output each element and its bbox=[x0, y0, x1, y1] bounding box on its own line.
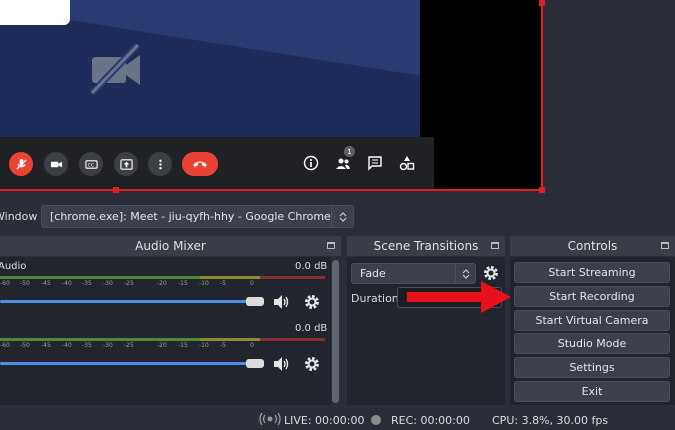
updown-chevron-icon bbox=[331, 206, 353, 227]
scrollbar-thumb[interactable] bbox=[332, 260, 339, 403]
more-icon[interactable] bbox=[148, 152, 172, 176]
camera-off-icon bbox=[89, 42, 141, 96]
volume-meter bbox=[0, 276, 200, 279]
status-bar: LIVE: 00:00:00 REC: 00:00:00 CPU: 3.8%, … bbox=[0, 409, 675, 430]
window-label: Window bbox=[0, 210, 38, 223]
volume-fader[interactable] bbox=[0, 300, 250, 303]
volume-meter bbox=[0, 338, 200, 341]
mic-off-icon[interactable] bbox=[9, 152, 33, 176]
studio-mode-button[interactable]: Studio Mode bbox=[514, 333, 670, 354]
meter-ticks: -60 -50 -45 -40 -35 -30 -25 -20 -15 -10 … bbox=[0, 342, 254, 349]
red-arrow-annotation bbox=[407, 281, 511, 313]
cpu-status: CPU: 3.8%, 30.00 fps bbox=[492, 414, 609, 427]
gear-icon[interactable] bbox=[302, 293, 322, 311]
speaker-icon[interactable] bbox=[271, 355, 291, 373]
controls-title: Controls bbox=[510, 236, 675, 256]
start-recording-button[interactable]: Start Recording bbox=[514, 286, 670, 307]
activities-icon[interactable] bbox=[397, 153, 417, 173]
meter-ticks: -60 -50 -45 -40 -35 -30 -25 -20 -15 -10 … bbox=[0, 280, 254, 287]
undock-icon[interactable] bbox=[327, 242, 335, 249]
info-icon[interactable] bbox=[301, 153, 321, 173]
camera-icon[interactable] bbox=[44, 152, 68, 176]
mixer-channel-name: Audio bbox=[0, 261, 27, 272]
audio-mixer-panel: Audio 0.0 dB -60 -50 -45 -40 -35 -30 -25… bbox=[0, 257, 331, 405]
window-select-value: [chrome.exe]: Meet - jiu-qyfh-hhy - Goog… bbox=[50, 210, 331, 223]
settings-button[interactable]: Settings bbox=[514, 357, 670, 378]
undock-icon[interactable] bbox=[491, 242, 499, 249]
resize-handle[interactable] bbox=[539, 0, 545, 6]
meet-stage bbox=[0, 0, 420, 137]
transition-gear-icon[interactable] bbox=[481, 264, 501, 282]
undock-icon[interactable] bbox=[661, 242, 669, 249]
speaker-icon[interactable] bbox=[271, 293, 291, 311]
mixer-channel-db: 0.0 dB bbox=[295, 261, 328, 272]
captions-icon[interactable]: CC bbox=[79, 152, 103, 176]
volume-fader-knob[interactable] bbox=[246, 359, 264, 368]
obs-window: CC 1 Window [chrome.exe]: Meet - jiu-qyf… bbox=[0, 0, 675, 430]
source-preview[interactable]: CC 1 bbox=[0, 0, 543, 191]
resize-handle[interactable] bbox=[539, 187, 545, 193]
resize-handle[interactable] bbox=[113, 187, 119, 193]
hang-up-icon[interactable] bbox=[182, 152, 218, 176]
present-icon[interactable] bbox=[114, 152, 138, 176]
start-streaming-button[interactable]: Start Streaming bbox=[514, 262, 670, 283]
rec-dot-icon bbox=[371, 415, 381, 425]
live-timer: LIVE: 00:00:00 bbox=[284, 414, 365, 427]
scene-transitions-title: Scene Transitions bbox=[347, 236, 505, 256]
audio-mixer-title: Audio Mixer bbox=[0, 236, 341, 256]
self-view-tile bbox=[0, 0, 70, 25]
broadcast-icon bbox=[259, 412, 281, 429]
volume-fader-knob[interactable] bbox=[246, 297, 264, 306]
duration-label: Duration bbox=[351, 292, 399, 305]
window-select[interactable]: [chrome.exe]: Meet - jiu-qyfh-hhy - Goog… bbox=[41, 205, 354, 228]
svg-text:CC: CC bbox=[87, 162, 93, 168]
chat-icon[interactable] bbox=[365, 153, 385, 173]
meet-side-panel bbox=[434, 0, 541, 189]
exit-button[interactable]: Exit bbox=[514, 381, 670, 402]
start-virtual-camera-button[interactable]: Start Virtual Camera bbox=[514, 310, 670, 331]
gear-icon[interactable] bbox=[302, 355, 322, 373]
volume-fader[interactable] bbox=[0, 362, 250, 365]
participants-badge: 1 bbox=[344, 146, 355, 157]
mixer-channel-db: 0.0 dB bbox=[295, 323, 328, 334]
rec-timer: REC: 00:00:00 bbox=[391, 414, 470, 427]
mixer-scrollbar[interactable] bbox=[331, 258, 341, 406]
